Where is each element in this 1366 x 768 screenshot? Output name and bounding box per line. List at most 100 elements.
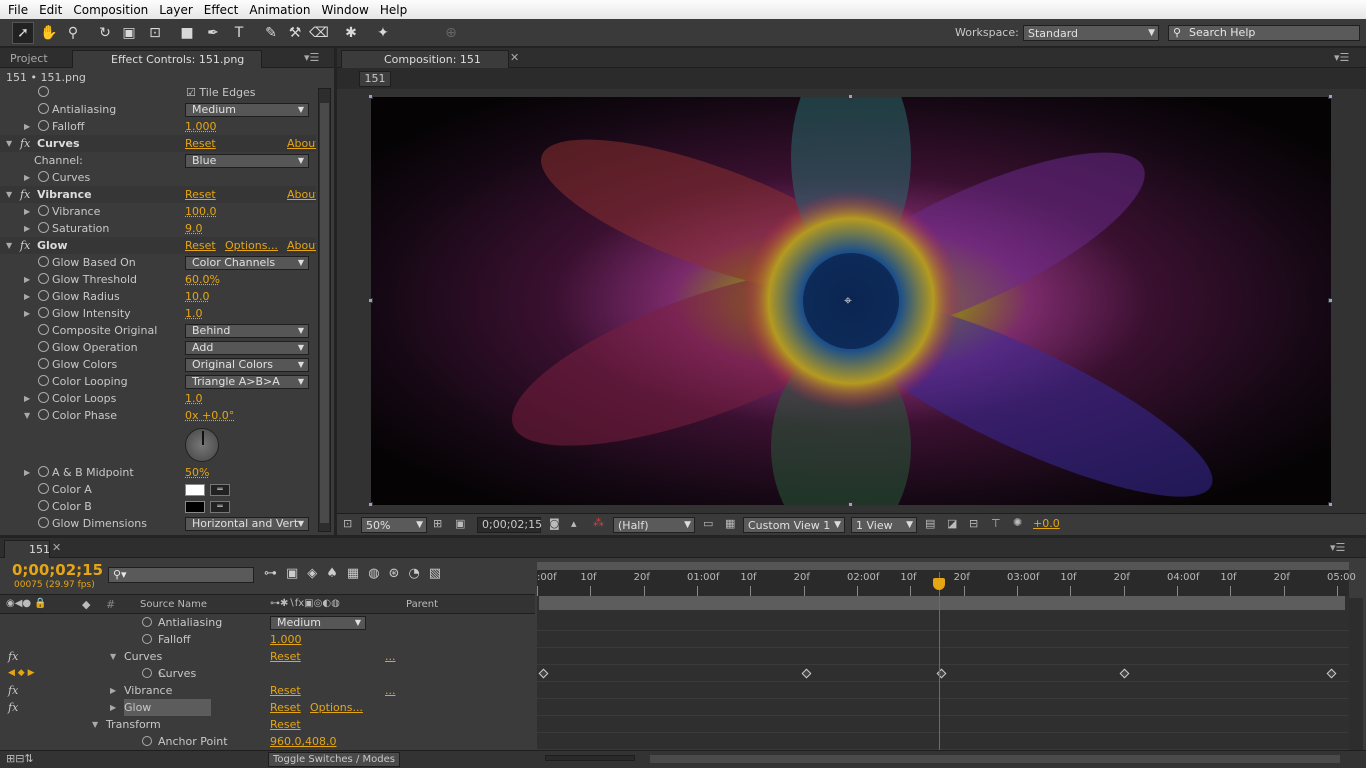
bbox-handle[interactable] [368,502,373,507]
effect-row-saturation[interactable]: ▶ Saturation 9.0 [0,220,316,237]
stopwatch-icon[interactable] [38,307,49,318]
stopwatch-icon[interactable] [38,500,49,511]
stopwatch-icon[interactable] [38,483,49,494]
timeline-row-anchor-point[interactable]: Anchor Point 960.0,408.0 [0,733,535,750]
effect-row-falloff[interactable]: ▶ Falloff 1.000 [0,118,316,135]
fx-icon[interactable]: fx [20,135,30,152]
bbox-handle[interactable] [368,94,373,99]
panel-menu-icon[interactable]: ▾☰ [1330,541,1345,554]
timeline-track-area[interactable]: :00f 10f 20f 01:00f 10f 20f 02:00f 10f 20f 03:00f… [537,562,1356,750]
twirl-icon[interactable]: ▶ [24,390,30,407]
always-preview-icon[interactable]: ⊡ [343,517,352,530]
property-dropdown[interactable]: Add [185,341,309,355]
timeline-icon[interactable]: ⊟ [969,517,978,530]
reset-link[interactable]: Reset [185,237,216,254]
stopwatch-icon[interactable] [38,466,49,477]
effect-row-color-phase[interactable]: ▼ Color Phase 0x +0.0° [0,407,316,424]
brush-tool-icon[interactable]: ✎ [260,22,282,44]
effect-row-glow-radius[interactable]: ▶ Glow Radius 10.0 [0,288,316,305]
bbox-handle[interactable] [848,502,853,507]
comp-flowchart-icons[interactable]: ⊞⊟⇅ [6,752,34,765]
comp-timecode[interactable]: 0;00;02;15 [477,517,542,533]
options-link[interactable]: Options... [225,237,278,254]
timeline-row-curves[interactable]: fx ▼ Curves Reset... [0,648,535,665]
effect-row-color-loops[interactable]: ▶ Color Loops 1.0 [0,390,316,407]
keyframe-nav-icon[interactable]: ◀ ◆ ▶ [8,665,35,682]
source-name-header[interactable]: Source Name [140,599,207,610]
stopwatch-icon[interactable] [38,120,49,131]
twirl-icon[interactable]: ▶ [24,288,30,305]
fx-icon[interactable]: fx [8,699,18,716]
transparency-grid-icon[interactable]: ▦ [725,517,735,530]
row-value[interactable]: 960.0,408.0 [270,733,336,750]
effect-row-color-b[interactable]: Color B ═ [0,498,316,515]
property-dropdown[interactable]: Blue [185,154,309,168]
pan-behind-tool-icon[interactable]: ⊡ [144,22,166,44]
effect-row-glow-threshold[interactable]: ▶ Glow Threshold 60.0% [0,271,316,288]
scrollbar-thumb[interactable] [320,103,329,523]
effect-row-glow-dimensions[interactable]: Glow Dimensions Horizontal and Vert [0,515,316,532]
panel-menu-icon[interactable]: ▾☰ [1334,51,1349,64]
timeline-horizontal-scrollbar[interactable] [650,755,1340,763]
effect-row-tile-edges[interactable]: ☑ Tile Edges [0,84,316,101]
search-help-input[interactable]: ⚲ Search Help [1168,25,1360,41]
tab-project[interactable]: Project [4,50,54,68]
time-navigator[interactable] [537,562,1349,570]
stopwatch-icon[interactable] [38,86,49,97]
anchor-point-icon[interactable]: ⌖ [844,293,852,309]
effect-row-glow[interactable]: ▼ fx Glow Reset Options... About... [0,237,316,254]
property-dropdown[interactable]: Behind [185,324,309,338]
pen-tool-icon[interactable]: ✒ [202,22,224,44]
tab-effect-controls[interactable]: Effect Controls: 151.png [72,50,262,68]
menu-animation[interactable]: Animation [245,3,317,17]
keyframe-track[interactable] [537,631,1349,648]
view-dropdown[interactable]: Custom View 1 ▼ [743,517,845,533]
stopwatch-icon[interactable] [38,392,49,403]
selection-tool-icon[interactable]: ➚ [12,22,34,44]
views-layout-dropdown[interactable]: 1 View ▼ [851,517,917,533]
zoom-slider[interactable] [545,755,635,761]
menu-window[interactable]: Window [318,3,376,17]
row-value[interactable]: Reset [270,682,301,699]
zoom-dropdown[interactable]: 50% ▼ [361,517,427,533]
twirl-down-icon[interactable]: ▼ [6,186,12,203]
stopwatch-icon[interactable] [38,222,49,233]
fx-icon[interactable]: fx [8,682,18,699]
effect-row-vibrance[interactable]: ▶ Vibrance 100.0 [0,203,316,220]
rectangle-tool-icon[interactable]: ■ [176,22,198,44]
bbox-handle[interactable] [1328,94,1333,99]
snapshot-icon[interactable]: ◙ [549,517,560,530]
type-tool-icon[interactable]: T [228,22,250,44]
property-value[interactable]: 9.0 [185,220,203,237]
region-of-interest-icon[interactable]: ▣ [455,517,465,530]
timeline-row-curves[interactable]: ◀ ◆ ▶ Curves ⊾ [0,665,535,682]
menu-layer[interactable]: Layer [155,3,199,17]
twirl-icon[interactable]: ▶ [24,220,30,237]
flowchart-icon[interactable]: ⊤ [991,517,1001,530]
timeline-row-transform[interactable]: ▼ Transform Reset [0,716,535,733]
stopwatch-icon[interactable] [38,290,49,301]
workspace-dropdown[interactable]: Standard ▼ [1023,25,1159,41]
tile-edges-checkbox[interactable]: ☑ Tile Edges [186,84,256,101]
stopwatch-icon[interactable] [38,375,49,386]
rotation-tool-icon[interactable]: ↻ [94,22,116,44]
stopwatch-icon[interactable] [38,409,49,420]
twirl-icon[interactable]: ▼ [92,716,98,733]
color-phase-dial[interactable] [185,428,219,462]
property-value[interactable]: 100.0 [185,203,217,220]
timeline-row-vibrance[interactable]: fx ▶ Vibrance Reset... [0,682,535,699]
property-dropdown[interactable]: Original Colors [185,358,309,372]
twirl-icon[interactable]: ▶ [24,271,30,288]
tab-composition[interactable]: Composition: 151 [341,50,509,68]
keyframe-track[interactable] [537,614,1349,631]
menu-help[interactable]: Help [376,3,414,17]
fast-draft-icon[interactable]: ◪ [947,517,957,530]
twirl-icon[interactable]: ▼ [24,407,30,424]
property-value[interactable]: 1.0 [185,305,203,322]
row-value[interactable]: 1.000 [270,631,302,648]
twirl-icon[interactable]: ▶ [24,203,30,220]
timeline-vertical-scrollbar[interactable] [1349,598,1363,750]
effect-row-antialiasing[interactable]: Antialiasing Medium [0,101,316,118]
menu-effect[interactable]: Effect [200,3,246,17]
fast-previews-icon[interactable]: ▭ [703,517,713,530]
